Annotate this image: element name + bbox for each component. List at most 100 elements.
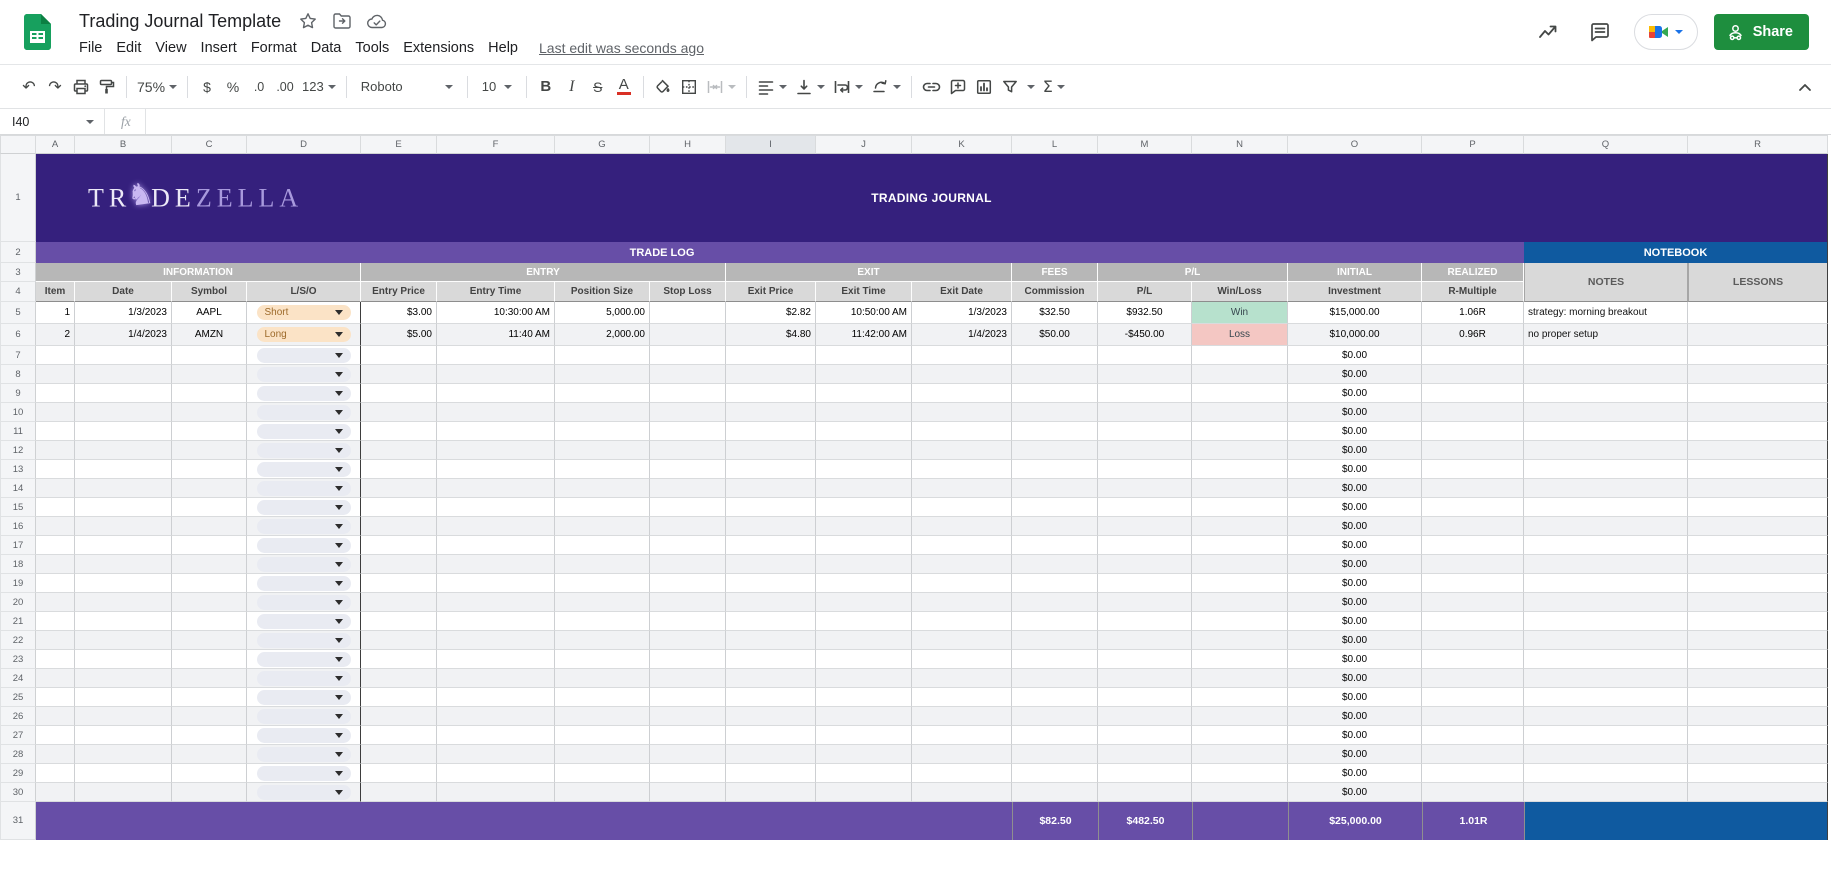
cell-date[interactable]: 1/3/2023: [75, 302, 172, 324]
row-header[interactable]: 29: [0, 764, 36, 783]
menu-view[interactable]: View: [148, 37, 193, 59]
lso-dropdown[interactable]: Long: [257, 327, 351, 342]
comment-history-icon[interactable]: [1582, 14, 1618, 50]
cell[interactable]: [912, 650, 1012, 669]
cell[interactable]: [437, 365, 555, 384]
cell[interactable]: [1524, 403, 1688, 422]
cell-investment[interactable]: $0.00: [1288, 669, 1422, 688]
column-header-P[interactable]: P: [1422, 135, 1524, 154]
cell[interactable]: [172, 384, 247, 403]
menu-data[interactable]: Data: [304, 37, 349, 59]
cell[interactable]: [1422, 441, 1524, 460]
cell[interactable]: [816, 555, 912, 574]
cell[interactable]: [555, 669, 650, 688]
cell[interactable]: [247, 707, 361, 726]
hide-menus-icon[interactable]: [1793, 75, 1817, 99]
cell[interactable]: [912, 593, 1012, 612]
cell[interactable]: [172, 669, 247, 688]
cell[interactable]: [36, 593, 75, 612]
cell[interactable]: [1012, 365, 1098, 384]
cell[interactable]: [36, 498, 75, 517]
more-formats-button[interactable]: 123: [298, 73, 340, 101]
notebook-header[interactable]: NOTEBOOK: [1524, 242, 1828, 263]
cell[interactable]: [1688, 574, 1828, 593]
cell[interactable]: [555, 688, 650, 707]
header-entry-price[interactable]: Entry Price: [361, 282, 437, 302]
header-symbol[interactable]: Symbol: [172, 282, 247, 302]
cell[interactable]: [1098, 403, 1192, 422]
cell-investment[interactable]: $0.00: [1288, 783, 1422, 802]
cell[interactable]: [1688, 612, 1828, 631]
cell[interactable]: [912, 422, 1012, 441]
cell[interactable]: [912, 726, 1012, 745]
cell[interactable]: [1422, 574, 1524, 593]
cell[interactable]: [555, 403, 650, 422]
lso-dropdown[interactable]: [257, 519, 351, 534]
cell[interactable]: [1098, 707, 1192, 726]
cell[interactable]: [650, 764, 726, 783]
cell[interactable]: [650, 498, 726, 517]
cell[interactable]: [1098, 574, 1192, 593]
move-to-folder-icon[interactable]: [333, 13, 351, 29]
row-header[interactable]: 7: [0, 346, 36, 365]
cell[interactable]: [247, 574, 361, 593]
cell[interactable]: [555, 707, 650, 726]
cell[interactable]: [172, 726, 247, 745]
document-title[interactable]: Trading Journal Template: [79, 11, 281, 32]
row-header[interactable]: 27: [0, 726, 36, 745]
cell[interactable]: [555, 764, 650, 783]
cell-entry-price[interactable]: $5.00: [361, 324, 437, 346]
cell-investment[interactable]: $0.00: [1288, 612, 1422, 631]
cell[interactable]: [247, 422, 361, 441]
cell[interactable]: [726, 403, 816, 422]
cell-investment[interactable]: $0.00: [1288, 536, 1422, 555]
cell[interactable]: [1524, 441, 1688, 460]
cell[interactable]: [816, 783, 912, 802]
cell[interactable]: [1098, 650, 1192, 669]
cell[interactable]: [816, 726, 912, 745]
insert-comment-icon[interactable]: [945, 73, 971, 101]
cell-entry-time[interactable]: 10:30:00 AM: [437, 302, 555, 324]
cell[interactable]: [361, 574, 437, 593]
cell[interactable]: [1012, 536, 1098, 555]
cell[interactable]: [361, 517, 437, 536]
cell[interactable]: [555, 536, 650, 555]
cell[interactable]: [1524, 593, 1688, 612]
header-pl[interactable]: P/L: [1098, 282, 1192, 302]
row-header[interactable]: 14: [0, 479, 36, 498]
lso-dropdown[interactable]: [257, 671, 351, 686]
cell[interactable]: [247, 688, 361, 707]
row-header[interactable]: 2: [0, 242, 36, 263]
section-fees[interactable]: FEES: [1012, 263, 1098, 282]
cell[interactable]: [1098, 517, 1192, 536]
cell-investment[interactable]: $0.00: [1288, 441, 1422, 460]
cell[interactable]: [1688, 745, 1828, 764]
lso-dropdown[interactable]: [257, 386, 351, 401]
cell[interactable]: [650, 460, 726, 479]
cell[interactable]: [726, 460, 816, 479]
band-filler-cell[interactable]: [1288, 242, 1524, 263]
cell[interactable]: [726, 650, 816, 669]
row-header[interactable]: 11: [0, 422, 36, 441]
cell[interactable]: [555, 631, 650, 650]
cell[interactable]: [816, 612, 912, 631]
cell[interactable]: [247, 783, 361, 802]
cell[interactable]: [1192, 764, 1288, 783]
cell[interactable]: [1524, 574, 1688, 593]
lso-dropdown[interactable]: [257, 633, 351, 648]
cell[interactable]: [816, 346, 912, 365]
cell[interactable]: [1422, 479, 1524, 498]
sheet-stats-icon[interactable]: [1530, 14, 1566, 50]
cell[interactable]: [437, 650, 555, 669]
totals-filler-cell[interactable]: [36, 802, 1012, 840]
lso-dropdown[interactable]: [257, 443, 351, 458]
cell[interactable]: [650, 422, 726, 441]
cell-stop-loss[interactable]: [650, 302, 726, 324]
cell[interactable]: [1098, 536, 1192, 555]
merge-cells-icon[interactable]: [702, 73, 740, 101]
cell[interactable]: [726, 707, 816, 726]
cell[interactable]: [1688, 707, 1828, 726]
cell[interactable]: [437, 593, 555, 612]
cell[interactable]: [247, 612, 361, 631]
cell[interactable]: [555, 574, 650, 593]
